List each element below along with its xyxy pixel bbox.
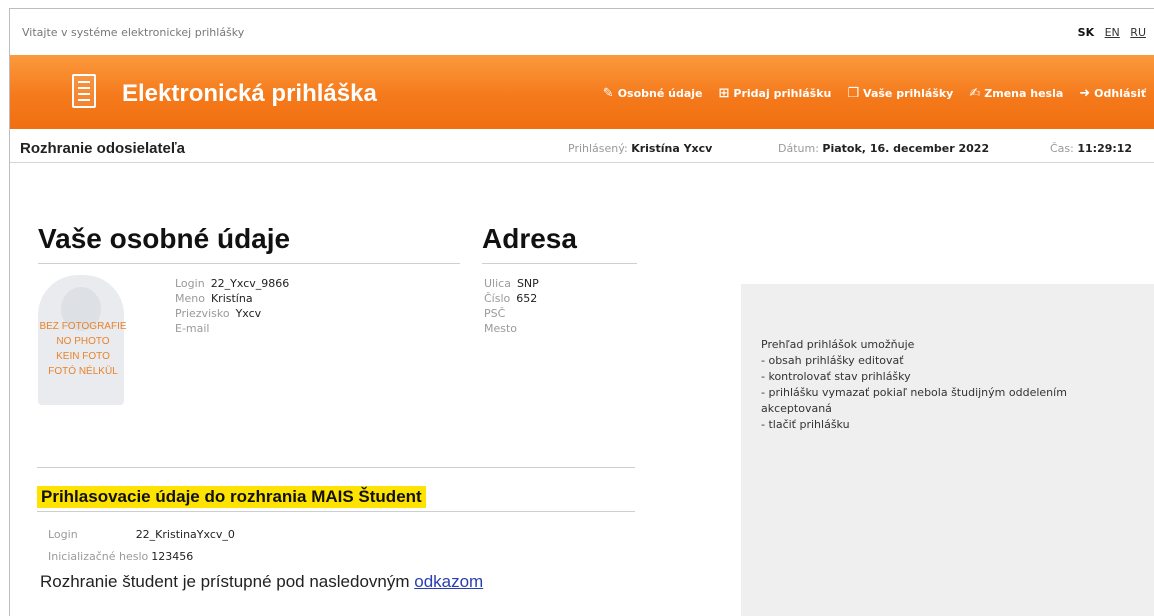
time-value: 11:29:12 xyxy=(1077,142,1133,155)
logged-user: Prihlásený: Kristína Yxcv xyxy=(568,142,712,155)
mais-heading: Prihlasovacie údaje do rozhrania MAIS Št… xyxy=(37,486,426,508)
no-photo-text: BEZ FOTOGRAFIE NO PHOTO KEIN FOTO FOTÓ N… xyxy=(39,321,127,377)
logged-label: Prihlásený: xyxy=(568,142,628,155)
nav-vase-prihlasky[interactable]: ❐ Vaše prihlášky xyxy=(847,86,953,101)
nav-label: Osobné údaje xyxy=(617,87,703,100)
nav-label: Vaše prihlášky xyxy=(863,87,954,100)
student-link[interactable]: odkazom xyxy=(414,572,483,591)
personal-divider xyxy=(38,263,460,264)
field-priezvisko: Priezvisko Yxcv xyxy=(175,307,262,320)
mais-password: Inicializačné heslo 123456 xyxy=(48,550,194,563)
logged-value: Kristína Yxcv xyxy=(631,142,713,155)
date-label: Dátum: xyxy=(778,142,819,155)
mais-divider xyxy=(37,511,635,512)
field-cislo: Číslo 652 xyxy=(484,292,538,305)
nav-pridaj-prihlasku[interactable]: ⊞ Pridaj prihlášku xyxy=(719,86,832,101)
date-value: Piatok, 16. december 2022 xyxy=(822,142,990,155)
top-bar: Vitajte v systéme elektronickej prihlášk… xyxy=(10,9,1154,55)
key-edit-icon: ✍ xyxy=(969,86,981,101)
nav-label: Pridaj prihlášku xyxy=(733,87,832,100)
lang-sk[interactable]: SK xyxy=(1078,26,1094,39)
language-switcher: SK EN RU xyxy=(1071,26,1146,39)
field-meno: Meno Kristína xyxy=(175,292,253,305)
edit-icon: ✎ xyxy=(602,86,614,101)
main-nav: ✎ Osobné údaje ⊞ Pridaj prihlášku ❐ Vaše… xyxy=(603,86,1146,101)
nav-osobne-udaje[interactable]: ✎ Osobné údaje xyxy=(603,86,703,101)
nav-label: Odhlásiť xyxy=(1094,87,1146,100)
info-text: Prehľad prihlášok umožňuje - obsah prihl… xyxy=(761,338,1067,431)
add-document-icon: ⊞ xyxy=(718,86,730,101)
app-title: Elektronická prihláška xyxy=(122,80,377,107)
field-email: E-mail xyxy=(175,322,210,335)
nav-odhlasit[interactable]: ➜ Odhlásiť xyxy=(1079,86,1146,101)
field-psc: PSČ xyxy=(484,307,506,320)
time-label: Čas: xyxy=(1050,142,1074,155)
lang-en[interactable]: EN xyxy=(1105,26,1120,39)
current-date: Dátum: Piatok, 16. december 2022 xyxy=(778,142,989,155)
welcome-text: Vitajte v systéme elektronickej prihlášk… xyxy=(22,26,245,39)
status-bar: Rozhranie odosielateľa Prihlásený: Krist… xyxy=(10,129,1154,163)
documents-icon: ❐ xyxy=(847,86,860,101)
address-heading: Adresa xyxy=(482,223,577,254)
info-panel: Prehľad prihlášok umožňuje - obsah prihl… xyxy=(741,284,1154,616)
student-access-text: Rozhranie študent je prístupné pod nasle… xyxy=(40,572,484,591)
document-logo-icon xyxy=(72,74,96,108)
nav-label: Zmena hesla xyxy=(984,87,1064,100)
nav-zmena-hesla[interactable]: ✍ Zmena hesla xyxy=(969,86,1063,101)
section-divider xyxy=(37,467,635,468)
address-divider xyxy=(482,263,637,264)
logout-icon: ➜ xyxy=(1079,86,1091,101)
lang-ru[interactable]: RU xyxy=(1130,26,1146,39)
current-time: Čas: 11:29:12 xyxy=(1050,142,1132,155)
header-banner: Elektronická prihláška ✎ Osobné údaje ⊞ … xyxy=(10,55,1154,129)
field-ulica: Ulica SNP xyxy=(484,277,539,290)
interface-title: Rozhranie odosielateľa xyxy=(20,140,185,157)
personal-heading: Vaše osobné údaje xyxy=(38,223,291,254)
field-mesto: Mesto xyxy=(484,322,518,335)
mais-login: Login 22_KristinaYxcv_0 xyxy=(48,528,235,541)
field-login: Login 22_Yxcv_9866 xyxy=(175,277,290,290)
